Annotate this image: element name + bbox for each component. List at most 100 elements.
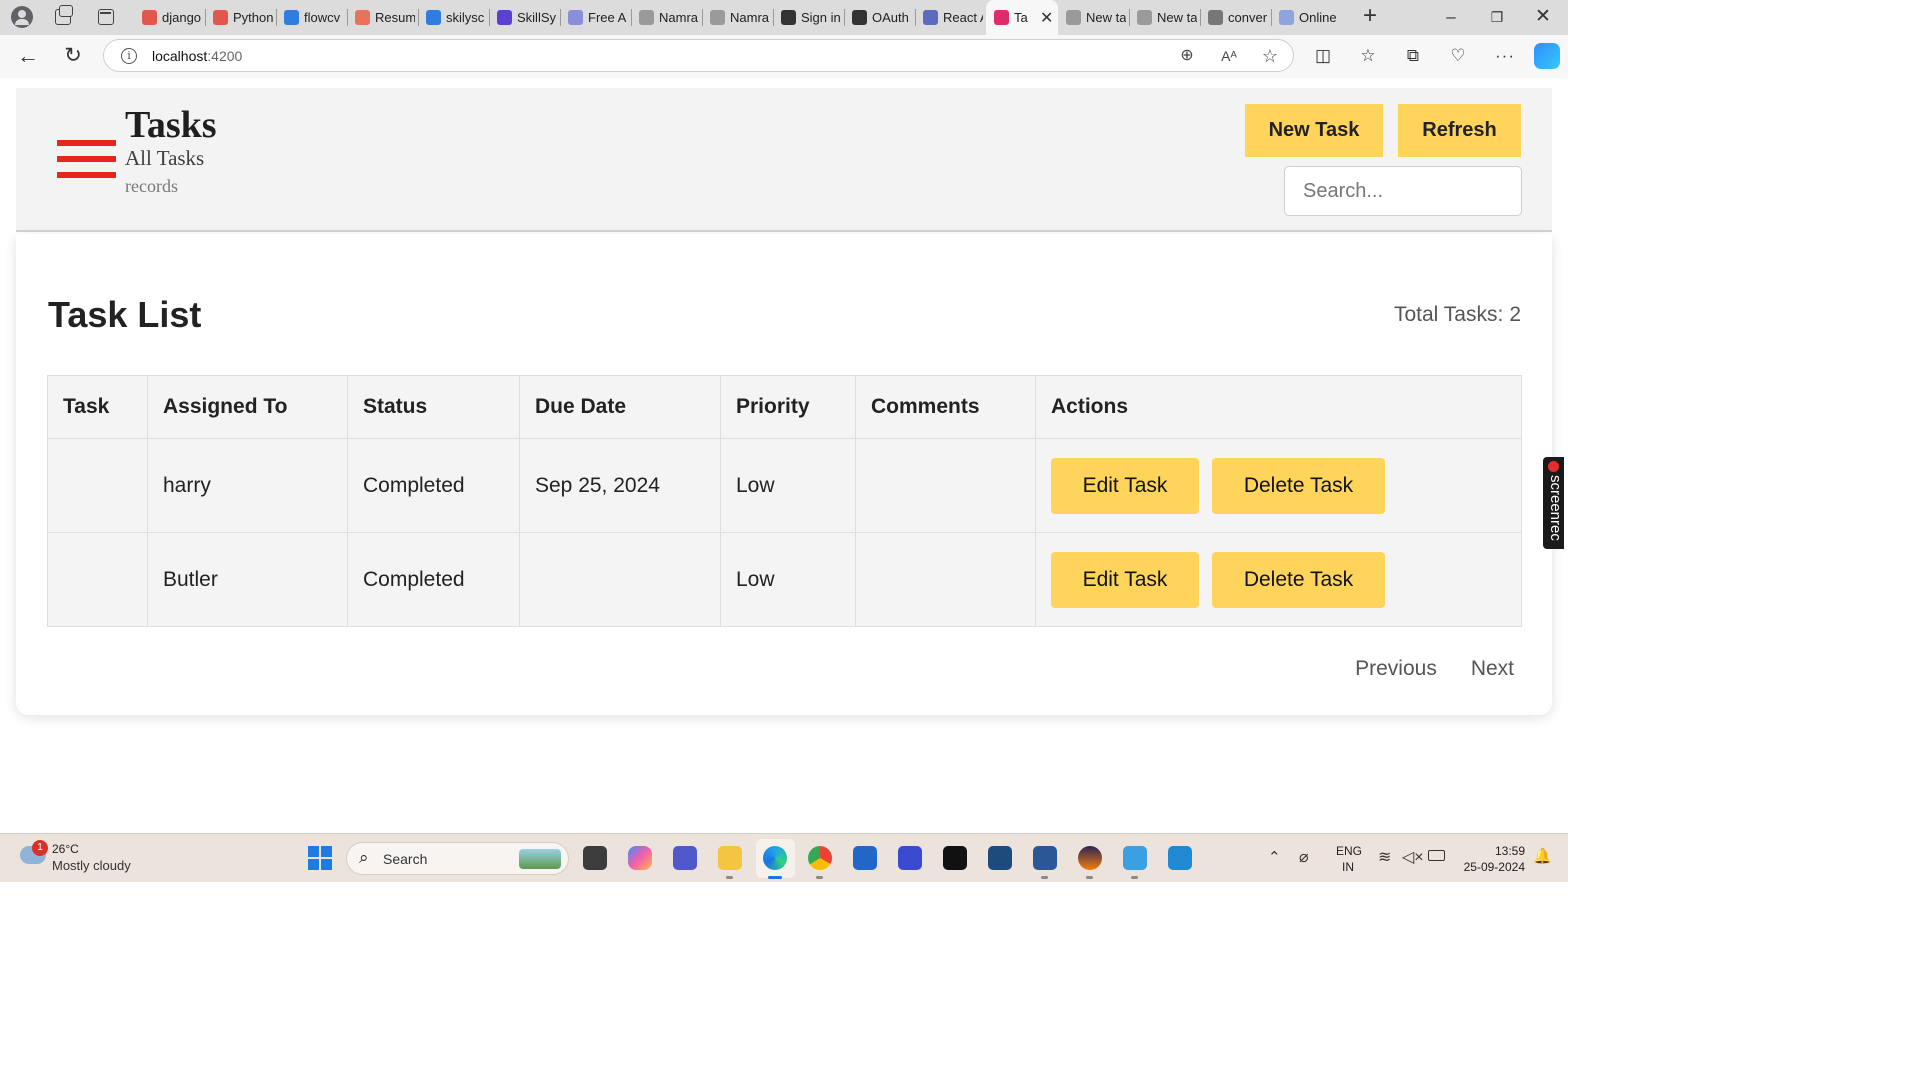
address-bar[interactable]: i localhost:4200 ⊕ Aᴬ ☆: [103, 39, 1294, 72]
battery-icon[interactable]: [1428, 850, 1445, 861]
browser-tab[interactable]: Namra: [631, 0, 702, 35]
show-hidden-icons-chevron-icon[interactable]: ⌃: [1268, 848, 1281, 866]
refresh-button[interactable]: Refresh: [1398, 104, 1521, 157]
browser-tab-strip: django Python flowcv Resum skilysc SkillSy Fre…: [0, 0, 1568, 35]
network-off-icon[interactable]: ⌀: [1299, 847, 1309, 867]
browser-tab[interactable]: React A: [915, 0, 986, 35]
language-region: IN: [1342, 860, 1354, 874]
hamburger-menu-icon[interactable]: [57, 140, 116, 180]
delete-task-button[interactable]: Delete Task: [1212, 457, 1385, 514]
workspaces-icon[interactable]: [55, 5, 73, 25]
column-header-assigned-to: Assigned To: [147, 375, 348, 439]
teams-icon[interactable]: [673, 846, 697, 870]
browser-essentials-icon[interactable]: ♡: [1445, 43, 1471, 69]
url-host: localhost: [152, 48, 208, 64]
new-tab-button[interactable]: +: [1360, 3, 1380, 31]
pdf-icon: [213, 10, 228, 25]
back-arrow-icon[interactable]: ←: [15, 43, 41, 69]
profile-icon[interactable]: [11, 6, 33, 28]
split-screen-icon[interactable]: ◫: [1310, 43, 1336, 69]
browser-tab[interactable]: Online: [1271, 0, 1342, 35]
search-input[interactable]: [1284, 166, 1522, 216]
close-tab-icon[interactable]: ✕: [1040, 8, 1053, 28]
zoom-icon[interactable]: ⊕: [1176, 45, 1198, 67]
edit-task-button[interactable]: Edit Task: [1051, 551, 1199, 608]
vscode-icon[interactable]: [1168, 846, 1192, 870]
total-tasks-label: Total Tasks:: [1393, 303, 1504, 326]
read-aloud-icon[interactable]: Aᴬ: [1218, 45, 1240, 67]
pdf-icon: [142, 10, 157, 25]
minimize-icon[interactable]: –: [1438, 4, 1464, 30]
url-text[interactable]: localhost:4200: [152, 48, 242, 64]
screenrec-overlay-tab[interactable]: screenrec: [1543, 457, 1564, 549]
microsoft-store-icon[interactable]: [853, 846, 877, 870]
browser-tab[interactable]: New ta: [1058, 0, 1129, 35]
more-options-icon[interactable]: ···: [1492, 43, 1518, 69]
notepad-icon[interactable]: [1123, 846, 1147, 879]
k-app-icon[interactable]: [943, 846, 967, 870]
browser-tab[interactable]: django: [134, 0, 205, 35]
copilot-app-icon[interactable]: [628, 846, 652, 870]
browser-tab[interactable]: New ta: [1129, 0, 1200, 35]
browser-tab[interactable]: Resum: [347, 0, 418, 35]
clock[interactable]: 13:59 25-09-2024: [1455, 843, 1525, 875]
next-page-link[interactable]: Next: [1471, 657, 1514, 681]
table-row: harry Completed Sep 25, 2024 Low Edit Ta…: [47, 438, 1522, 533]
favorites-icon[interactable]: ☆: [1355, 43, 1381, 69]
add-favorite-star-icon[interactable]: ☆: [1259, 45, 1281, 67]
copilot-icon[interactable]: [1534, 43, 1560, 69]
mongodb-compass-icon[interactable]: [898, 846, 922, 870]
volume-muted-icon[interactable]: ◁×: [1402, 847, 1424, 867]
browser-tab[interactable]: Namra: [702, 0, 773, 35]
language-indicator[interactable]: ENG IN: [1336, 843, 1362, 875]
edge-browser-icon[interactable]: [763, 846, 787, 879]
edit-task-button[interactable]: Edit Task: [1051, 457, 1199, 514]
browser-tab[interactable]: OAuth: [844, 0, 915, 35]
total-tasks-counter: Total Tasks: 2: [1394, 303, 1521, 327]
mysql-workbench-icon[interactable]: [988, 846, 1012, 870]
browser-tab[interactable]: conver: [1200, 0, 1271, 35]
taskbar-search-box[interactable]: ⌕ Search: [346, 842, 569, 875]
weather-badge: 1: [32, 840, 48, 856]
previous-page-link[interactable]: Previous: [1355, 657, 1437, 681]
browser-tab[interactable]: flowcv: [276, 0, 347, 35]
browser-tab[interactable]: skilysc: [418, 0, 489, 35]
task-view-icon[interactable]: [583, 846, 607, 870]
browser-tab-title: OAuth: [872, 10, 909, 25]
new-task-button[interactable]: New Task: [1245, 104, 1383, 157]
chrome-icon[interactable]: [808, 846, 832, 879]
site-info-icon[interactable]: i: [121, 48, 137, 64]
search-highlight-image: [519, 849, 561, 869]
browser-tab[interactable]: Free A: [560, 0, 631, 35]
github-icon: [852, 10, 867, 25]
tab-actions-icon[interactable]: [98, 9, 114, 25]
browser-tab[interactable]: SkillSy: [489, 0, 560, 35]
file-explorer-icon[interactable]: [718, 846, 742, 879]
word-icon[interactable]: [1033, 846, 1057, 879]
reload-icon[interactable]: ↻: [60, 43, 86, 69]
search-icon: [1208, 10, 1223, 25]
total-tasks-value: 2: [1509, 303, 1521, 326]
cell-comments: [855, 438, 1036, 533]
restore-icon[interactable]: ❐: [1484, 4, 1510, 30]
wifi-icon[interactable]: ≋: [1378, 847, 1391, 867]
browser-tab[interactable]: Ta ✕: [986, 0, 1058, 35]
github-icon: [781, 10, 796, 25]
delete-task-button[interactable]: Delete Task: [1212, 551, 1385, 608]
window-close-icon[interactable]: ✕: [1530, 4, 1556, 30]
table-header-row: Task Assigned To Status Due Date Priorit…: [47, 375, 1522, 439]
windows-start-icon[interactable]: [308, 846, 333, 871]
collections-icon[interactable]: ⧉: [1400, 43, 1426, 69]
weather-description[interactable]: Mostly cloudy: [52, 858, 131, 873]
browser-tab[interactable]: Sign in: [773, 0, 844, 35]
angular-icon: [994, 10, 1009, 25]
column-header-actions: Actions: [1035, 375, 1522, 439]
browser-tab-title: Ta: [1014, 10, 1028, 25]
notification-bell-icon[interactable]: 🔔: [1533, 847, 1552, 865]
page-viewport: Tasks All Tasks records New Task Refresh…: [4, 78, 1564, 833]
column-header-priority: Priority: [720, 375, 856, 439]
weather-temperature[interactable]: 26°C: [52, 842, 79, 856]
browser-tab[interactable]: Python: [205, 0, 276, 35]
browser-tab-title: New ta: [1157, 10, 1197, 25]
eclipse-icon[interactable]: [1078, 846, 1102, 879]
